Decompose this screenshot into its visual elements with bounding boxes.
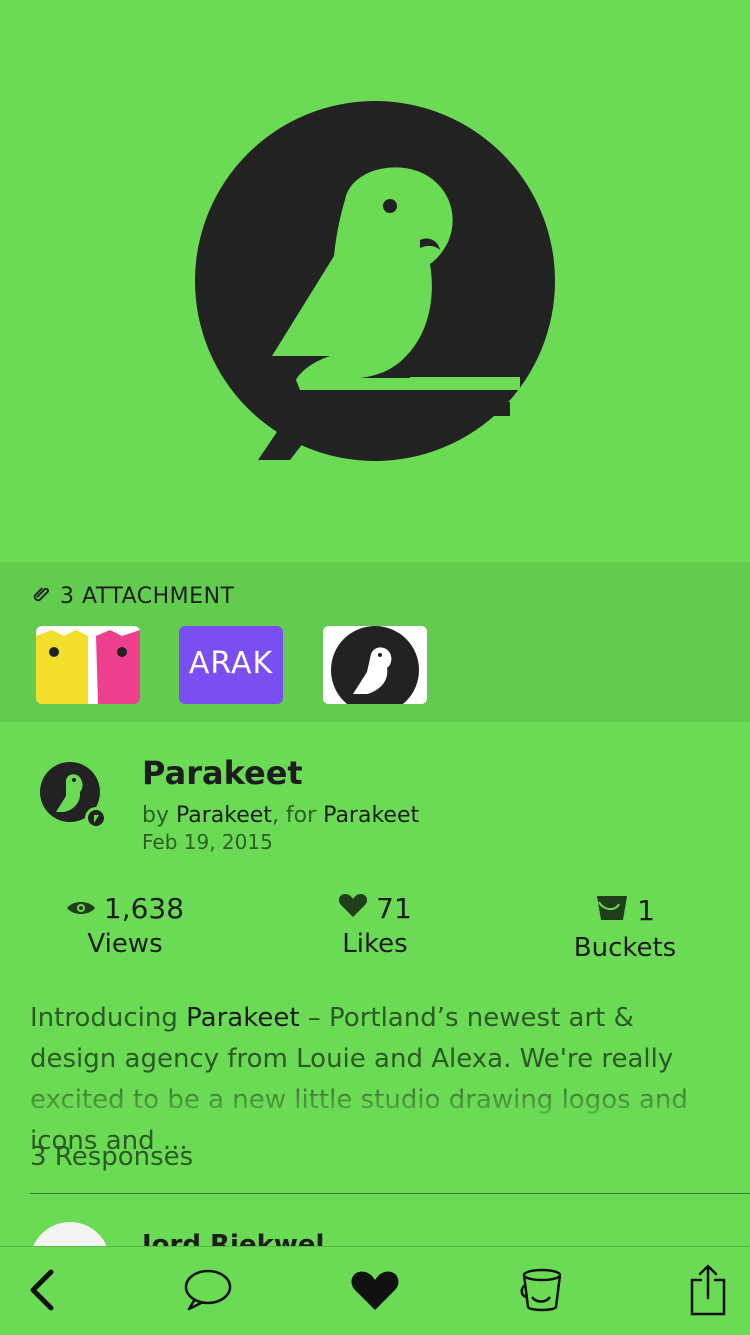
- like-icon: [351, 1271, 399, 1310]
- team-avatar[interactable]: [38, 760, 110, 832]
- likes-label: Likes: [342, 929, 408, 959]
- parakeet-logo-thumbnail: [323, 626, 427, 704]
- buckets-stat[interactable]: 1 Buckets: [500, 892, 750, 963]
- likes-count: 71: [376, 892, 412, 925]
- comment-button[interactable]: [178, 1262, 238, 1318]
- attachments-label: 3 ATTACHMENT: [30, 582, 234, 610]
- back-icon: [30, 1269, 54, 1311]
- bucket-icon: [520, 1268, 562, 1312]
- back-button[interactable]: [12, 1262, 72, 1318]
- heart-icon: [338, 892, 368, 925]
- description-fade: [0, 1085, 750, 1125]
- likes-stat[interactable]: 71 Likes: [250, 892, 500, 959]
- share-button[interactable]: [678, 1262, 738, 1318]
- paperclip-icon: [30, 582, 52, 610]
- parakeet-avatar-icon: [40, 762, 107, 829]
- bucket-icon: [595, 892, 629, 929]
- shot-description[interactable]: Introducing Parakeet – Portland’s newest…: [30, 998, 720, 1162]
- views-count: 1,638: [103, 892, 185, 925]
- description-highlight: Parakeet: [186, 1003, 300, 1033]
- views-stat[interactable]: 1,638 Views: [0, 892, 250, 959]
- share-icon: [690, 1264, 726, 1316]
- views-label: Views: [87, 929, 163, 959]
- team-link[interactable]: Parakeet: [323, 803, 419, 828]
- responses-count[interactable]: 3 Responses: [30, 1142, 193, 1172]
- shot-image[interactable]: [0, 0, 750, 562]
- buckets-count: 1: [637, 894, 655, 927]
- like-button[interactable]: [345, 1262, 405, 1318]
- attachment-wordmark: ARAK: [188, 646, 274, 681]
- shot-title: Parakeet: [142, 754, 303, 792]
- attachment-thumbnail-1[interactable]: [36, 626, 140, 704]
- parakeet-logo-icon: [195, 101, 555, 461]
- attachment-thumbnail-2[interactable]: ARAK: [179, 626, 283, 704]
- shot-byline: by Parakeet, for Parakeet: [142, 803, 420, 828]
- responses-divider: [30, 1193, 750, 1194]
- author-link[interactable]: Parakeet: [176, 803, 272, 828]
- buckets-label: Buckets: [573, 933, 677, 963]
- bucket-button[interactable]: [511, 1262, 571, 1318]
- comment-icon: [184, 1269, 232, 1311]
- attachment-thumbnail-3[interactable]: [323, 626, 427, 704]
- tshirts-thumbnail: [36, 626, 140, 704]
- eye-icon: [66, 892, 96, 925]
- shot-date: Feb 19, 2015: [142, 830, 273, 854]
